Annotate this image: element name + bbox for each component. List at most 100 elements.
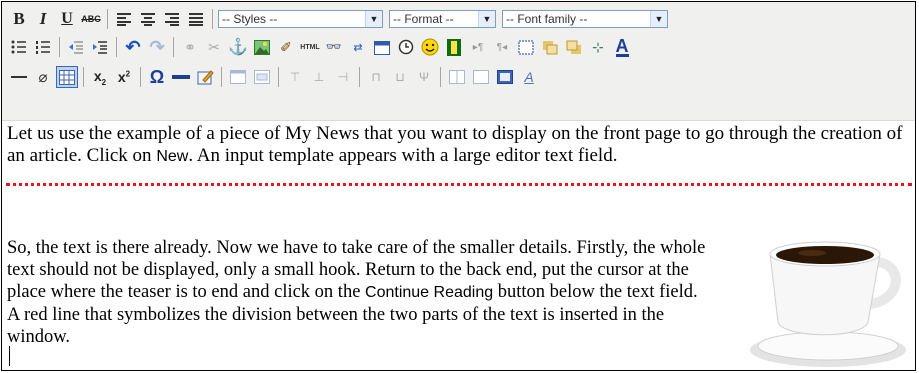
col-before-icon: ⊓ <box>371 70 381 84</box>
paragraph-main: So, the text is there already. Now we ha… <box>7 238 706 347</box>
chevron-down-icon: ▼ <box>650 11 667 27</box>
numbered-list-button[interactable] <box>32 36 54 58</box>
bullet-list-icon <box>11 40 26 54</box>
rtl-icon: ¶◂ <box>496 41 508 53</box>
insert-pagebreak-button[interactable] <box>170 66 192 88</box>
broom-icon: ✐ <box>280 38 292 55</box>
cleanup-button[interactable]: ✐ <box>275 36 297 58</box>
editor-content[interactable]: Let us use the example of a piece of My … <box>2 121 915 370</box>
insert-layer-button[interactable] <box>515 36 537 58</box>
align-justify-button[interactable] <box>185 8 207 30</box>
table-props-button[interactable] <box>251 66 273 88</box>
font-family-select[interactable]: -- Font family -- ▼ <box>502 10 668 28</box>
split-cells-icon <box>449 70 465 84</box>
table-props-icon <box>254 70 270 84</box>
undo-button[interactable]: ↶ <box>122 36 144 58</box>
superscript-button[interactable]: x2 <box>113 66 135 88</box>
horizontal-rule-button[interactable] <box>8 66 30 88</box>
html-button[interactable]: HTML <box>299 36 321 58</box>
editor-toolbar: B I U ABC -- Styles -- ▼ -- Format -- ▼ --… <box>2 2 915 121</box>
grid-icon <box>59 69 75 85</box>
delete-col-icon: Ψ <box>418 70 430 84</box>
insert-attribute-button[interactable] <box>194 66 216 88</box>
strikethrough-button[interactable]: ABC <box>80 8 102 30</box>
separator <box>173 37 174 57</box>
merge-cells-icon <box>473 70 489 84</box>
coffee-cup-image <box>750 241 906 367</box>
separator <box>140 67 141 87</box>
superscript-icon: x2 <box>117 69 131 85</box>
styleprops-icon: A <box>524 69 534 85</box>
remove-format-button[interactable]: ⌀ <box>32 66 54 88</box>
move-forward-button[interactable] <box>539 36 561 58</box>
separator <box>83 67 84 87</box>
text-cursor <box>9 346 10 366</box>
bullet-list-button[interactable] <box>8 36 30 58</box>
binoculars-icon: 👓 <box>325 39 343 54</box>
insert-table-button[interactable] <box>227 66 249 88</box>
numbered-list-icon <box>36 41 50 54</box>
delete-col-button[interactable]: Ψ <box>413 66 435 88</box>
align-left-button[interactable] <box>113 8 135 30</box>
rtl-button[interactable]: ¶◂ <box>491 36 513 58</box>
col-after-icon: ⊔ <box>395 70 405 84</box>
bold-button[interactable]: B <box>8 8 30 30</box>
calendar-icon <box>374 40 390 55</box>
anchor-button[interactable]: ⚓ <box>227 36 249 58</box>
split-cells-button[interactable] <box>446 66 468 88</box>
pagebreak-icon <box>172 75 190 79</box>
insert-time-button[interactable] <box>395 36 417 58</box>
separator <box>221 67 222 87</box>
anchor-icon: ⚓ <box>228 39 248 56</box>
special-character-button[interactable]: Ω <box>146 66 168 88</box>
col-after-button[interactable]: ⊔ <box>389 66 411 88</box>
absolute-position-button[interactable]: ⊹ <box>587 36 609 58</box>
horizontal-rule-icon <box>11 76 27 78</box>
replace-button[interactable]: ⇄ <box>347 36 369 58</box>
row-after-icon: ⊥ <box>313 70 325 84</box>
toolbar-row-1: B I U ABC -- Styles -- ▼ -- Format -- ▼ --… <box>8 6 674 32</box>
row-before-icon: ⊤ <box>289 70 301 84</box>
redo-icon: ↷ <box>149 36 165 57</box>
unlink-button[interactable]: ✂ <box>203 36 225 58</box>
subscript-icon: x2 <box>93 67 107 87</box>
fullscreen-icon <box>497 70 513 84</box>
indent-icon <box>93 41 107 54</box>
font-color-button[interactable]: A <box>611 36 633 58</box>
italic-button[interactable]: I <box>32 8 54 30</box>
align-right-button[interactable] <box>161 8 183 30</box>
find-button[interactable]: 👓 <box>323 36 345 58</box>
delete-row-button[interactable]: ⊣ <box>332 66 354 88</box>
chevron-down-icon: ▼ <box>365 11 382 27</box>
ltr-button[interactable]: ▸¶ <box>467 36 489 58</box>
underline-button[interactable]: U <box>56 8 78 30</box>
redo-button[interactable]: ↷ <box>146 36 168 58</box>
align-center-icon <box>141 13 155 26</box>
visual-aid-button[interactable] <box>56 66 78 88</box>
separator <box>116 37 117 57</box>
separator <box>359 67 360 87</box>
move-backward-button[interactable] <box>563 36 585 58</box>
edit-form-icon <box>197 70 214 85</box>
subscript-button[interactable]: x2 <box>89 66 111 88</box>
row-after-button[interactable]: ⊥ <box>308 66 330 88</box>
row-before-button[interactable]: ⊤ <box>284 66 306 88</box>
styles-select[interactable]: -- Styles -- ▼ <box>218 10 383 28</box>
rich-text-editor: B I U ABC -- Styles -- ▼ -- Format -- ▼ --… <box>1 1 916 371</box>
insert-date-button[interactable] <box>371 36 393 58</box>
format-select[interactable]: -- Format -- ▼ <box>389 10 496 28</box>
indent-button[interactable] <box>89 36 111 58</box>
media-button[interactable] <box>443 36 465 58</box>
styleprops-button[interactable]: A <box>518 66 540 88</box>
link-button[interactable]: ⚭ <box>179 36 201 58</box>
replace-icon: ⇄ <box>353 41 363 54</box>
emoticons-button[interactable] <box>419 36 441 58</box>
insert-image-button[interactable] <box>251 36 273 58</box>
merge-cells-button[interactable] <box>470 66 492 88</box>
outdent-button[interactable] <box>65 36 87 58</box>
align-center-button[interactable] <box>137 8 159 30</box>
align-right-icon <box>165 13 179 26</box>
fullscreen-button[interactable] <box>494 66 516 88</box>
col-before-button[interactable]: ⊓ <box>365 66 387 88</box>
separator <box>212 9 213 29</box>
